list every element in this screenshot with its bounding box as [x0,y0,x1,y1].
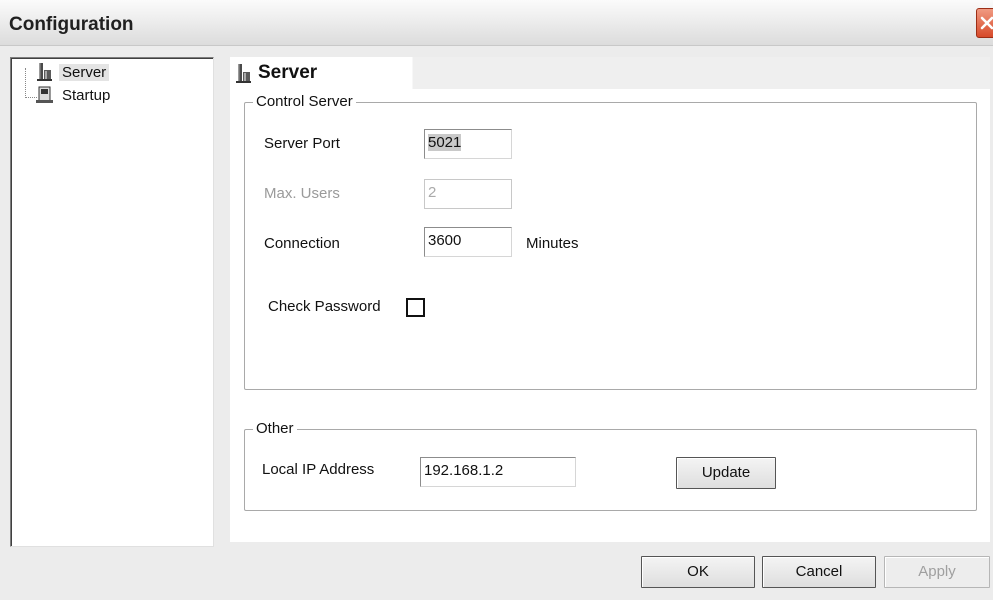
configuration-window: Configuration Server Startup Server Cont… [0,0,993,600]
server-port-value: 5021 [428,134,462,151]
tree-item-server[interactable]: Server [33,62,110,82]
window-title: Configuration [9,14,134,35]
tree-item-label: Server [59,63,110,81]
control-server-group: Control Server [244,93,977,390]
group-legend: Other [253,420,297,437]
page-title: Server [258,62,318,83]
server-icon [236,64,251,83]
connection-input[interactable]: 3600 [424,227,512,257]
ok-button[interactable]: OK [641,556,755,588]
max-users-input: 2 [424,179,512,209]
group-legend: Control Server [253,93,356,110]
navigation-tree: Server Startup [10,57,214,547]
connection-value: 3600 [428,232,462,249]
local-ip-label: Local IP Address [262,461,375,478]
cancel-button[interactable]: Cancel [762,556,876,588]
update-button[interactable]: Update [676,457,776,489]
close-icon [980,16,993,30]
local-ip-input[interactable]: 192.168.1.2 [420,457,576,487]
server-port-label: Server Port [264,135,340,152]
panel-header: Server [230,57,990,89]
startup-icon [33,85,59,105]
connection-unit: Minutes [526,235,579,252]
max-users-label: Max. Users [264,185,340,202]
max-users-value: 2 [428,184,437,201]
close-button[interactable] [976,8,993,38]
check-password-checkbox[interactable] [406,298,425,317]
server-port-input[interactable]: 5021 [424,129,512,159]
tree-item-label: Startup [62,86,111,104]
local-ip-value: 192.168.1.2 [424,462,504,479]
tree-item-startup[interactable]: Startup [33,85,113,105]
connection-label: Connection [264,235,340,252]
check-password-label: Check Password [268,298,381,315]
settings-panel: Server Control Server Server Port 5021 M… [230,57,990,542]
title-bar[interactable]: Configuration [0,0,993,46]
apply-button: Apply [884,556,990,588]
server-icon [33,62,59,82]
